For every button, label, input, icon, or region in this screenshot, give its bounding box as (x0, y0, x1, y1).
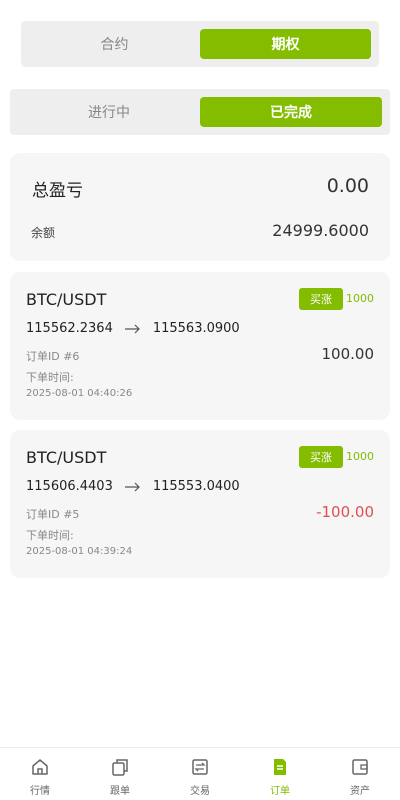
order-id: 订单ID #5 (26, 508, 80, 521)
tab-options[interactable]: 期权 (200, 29, 371, 59)
tab-label: 交易 (190, 786, 210, 797)
product-type-switch: 合约 期权 (21, 21, 379, 67)
tab-trade[interactable]: 交易 (160, 748, 240, 800)
order-pair: BTC/USDT (26, 448, 107, 467)
total-pnl-label: 总盈亏 (32, 181, 83, 201)
tab-assets[interactable]: 资产 (320, 748, 400, 800)
tab-label: 资产 (350, 786, 370, 797)
order-status-switch: 进行中 已完成 (10, 89, 390, 135)
tab-label: 订单 (270, 786, 290, 797)
open-price: 115606.4403 (26, 479, 113, 494)
tab-contract[interactable]: 合约 (29, 29, 200, 59)
order-card[interactable]: BTC/USDT 买涨 1000 115606.4403 115553.0400… (10, 430, 390, 578)
order-id: 订单ID #6 (26, 350, 80, 363)
order-pnl: -100.00 (316, 503, 374, 521)
close-price: 115563.0900 (152, 321, 240, 336)
balance-label: 余额 (31, 226, 56, 240)
direction-badge: 买涨 (299, 446, 343, 468)
order-time-label: 下单时间: (26, 529, 74, 542)
tab-label: 跟单 (110, 786, 130, 797)
order-time: 2025-08-01 04:39:24 (26, 546, 133, 557)
order-card[interactable]: BTC/USDT 买涨 1000 115562.2364 115563.0900… (10, 272, 390, 420)
order-pnl: 100.00 (321, 345, 375, 363)
order-time-label: 下单时间: (26, 371, 74, 384)
order-time: 2025-08-01 04:40:26 (26, 388, 133, 399)
arrow-right-icon (124, 482, 140, 491)
order-prices: 115606.4403 115553.0400 (26, 479, 240, 494)
order-prices: 115562.2364 115563.0900 (26, 321, 240, 336)
open-price: 115562.2364 (26, 321, 113, 336)
wallet-icon (352, 759, 368, 775)
pnl-summary-card: 总盈亏 0.00 余额 24999.6000 (10, 153, 390, 261)
order-amount: 1000 (346, 450, 374, 463)
close-price: 115553.0400 (152, 479, 240, 494)
bottom-tab-bar: 行情 跟单 交易 订单 资产 (0, 747, 400, 800)
tab-completed[interactable]: 已完成 (200, 97, 382, 127)
balance-value: 24999.6000 (272, 221, 369, 240)
exchange-icon (192, 759, 208, 775)
copy-icon (112, 759, 128, 776)
orders-icon (274, 759, 286, 775)
direction-badge: 买涨 (299, 288, 343, 310)
arrow-right-icon (124, 324, 140, 333)
tab-market[interactable]: 行情 (0, 748, 80, 800)
order-pair: BTC/USDT (26, 290, 107, 309)
order-amount: 1000 (346, 292, 374, 305)
tab-in-progress[interactable]: 进行中 (18, 97, 200, 127)
total-pnl-value: 0.00 (326, 175, 369, 197)
home-icon (32, 759, 48, 775)
tab-copy-trading[interactable]: 跟单 (80, 748, 160, 800)
tab-orders[interactable]: 订单 (240, 748, 320, 800)
tab-label: 行情 (30, 786, 50, 797)
